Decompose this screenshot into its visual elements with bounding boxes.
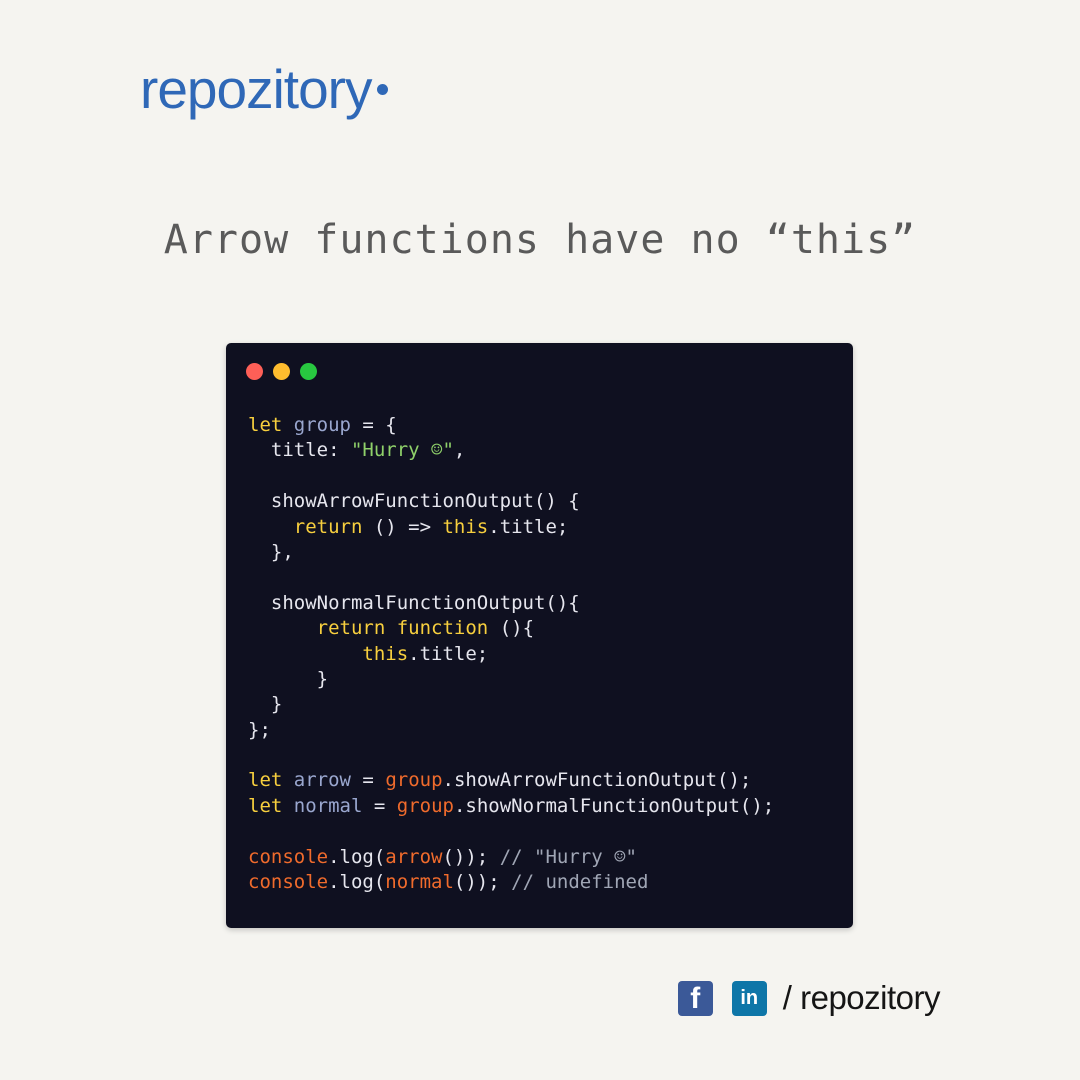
- code-line: let normal = group.showNormalFunctionOut…: [248, 794, 774, 819]
- code-token: }: [248, 667, 329, 690]
- code-line: return () => this.title;: [248, 515, 774, 540]
- code-token: .log(: [328, 845, 386, 868]
- code-token: .showNormalFunctionOutput();: [453, 794, 775, 817]
- code-token: this: [362, 642, 409, 665]
- code-token: arrow: [293, 769, 351, 792]
- code-token: };: [248, 718, 271, 741]
- facebook-icon[interactable]: f: [677, 980, 713, 1016]
- code-line: showArrowFunctionOutput() {: [248, 489, 774, 514]
- code-token: arrow: [385, 845, 443, 868]
- code-token: this: [442, 515, 489, 538]
- code-token: (){: [488, 617, 535, 640]
- social-footer: f in / repozitory: [677, 978, 941, 1018]
- code-token: console: [248, 871, 329, 894]
- code-line: console.log(arrow()); // "Hurry ☺": [248, 845, 774, 870]
- code-line: console.log(normal()); // undefined: [248, 870, 774, 895]
- code-token: normal: [293, 794, 363, 817]
- brand-name: repozitory: [140, 58, 372, 120]
- brand-dot: [377, 83, 389, 95]
- close-dot: [246, 363, 263, 380]
- code-token: }: [248, 693, 283, 716]
- code-token: =: [362, 794, 397, 817]
- code-token: function: [396, 617, 489, 640]
- code-token: let: [248, 794, 283, 817]
- code-line: };: [248, 718, 774, 743]
- code-token: },: [248, 540, 294, 563]
- linkedin-icon[interactable]: in: [731, 980, 767, 1016]
- window-controls: [246, 363, 317, 381]
- code-token: console: [248, 845, 329, 868]
- code-token: return: [316, 617, 386, 640]
- code-line: this.title;: [248, 642, 774, 667]
- code-token: showNormalFunctionOutput(){: [248, 591, 580, 614]
- code-token: showArrowFunctionOutput() {: [248, 490, 580, 513]
- code-token: return: [293, 515, 363, 538]
- code-token: ());: [442, 845, 500, 868]
- code-line: showNormalFunctionOutput(){: [248, 591, 774, 616]
- code-window: let group = { title: "Hurry ☺", showArro…: [226, 343, 853, 928]
- code-token: .log(: [328, 871, 386, 894]
- code-token: title:: [248, 439, 351, 462]
- code-token: ,: [453, 439, 466, 462]
- code-block: let group = { title: "Hurry ☺", showArro…: [248, 413, 774, 895]
- code-token: // "Hurry ☺": [499, 845, 637, 868]
- code-line: }: [248, 692, 774, 717]
- code-line: let group = {: [248, 413, 774, 438]
- code-token: // undefined: [511, 871, 649, 894]
- code-token: .showArrowFunctionOutput();: [442, 769, 752, 792]
- maximize-dot: [300, 363, 317, 380]
- code-token: let: [248, 414, 283, 436]
- code-token: =: [350, 769, 386, 792]
- code-token: "Hurry ☺": [350, 439, 454, 462]
- code-token: .title;: [488, 515, 569, 538]
- code-token: = {: [350, 414, 397, 436]
- code-line: return function (){: [248, 616, 774, 641]
- code-token: group: [385, 769, 443, 792]
- code-token: () =>: [362, 515, 443, 538]
- social-handle: / repozitory: [782, 979, 941, 1016]
- code-line: },: [248, 540, 774, 565]
- code-token: group: [396, 794, 454, 817]
- brand-logo: repozitory: [140, 56, 389, 122]
- minimize-dot: [273, 363, 290, 380]
- code-token: .title;: [408, 642, 489, 665]
- code-token: let: [248, 769, 283, 792]
- code-token: group: [293, 414, 351, 436]
- code-line: let arrow = group.showArrowFunctionOutpu…: [248, 768, 774, 793]
- code-line: title: "Hurry ☺",: [248, 438, 774, 463]
- code-token: ());: [453, 871, 512, 894]
- headline: Arrow functions have no “this”: [163, 217, 917, 263]
- code-token: normal: [385, 871, 454, 894]
- code-line: }: [248, 667, 774, 692]
